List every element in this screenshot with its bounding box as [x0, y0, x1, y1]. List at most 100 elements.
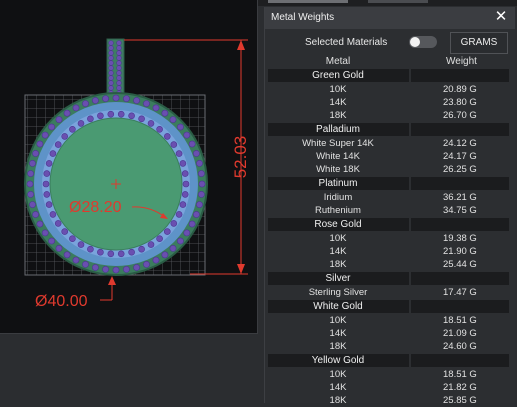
bail-gemstone	[108, 45, 114, 51]
gemstone	[192, 150, 200, 157]
gemstone	[27, 170, 34, 177]
table-row: 10K 18.51 G	[268, 314, 509, 327]
gemstone	[42, 180, 50, 188]
table-header: Metal Weight	[268, 54, 509, 68]
weight-cell: 21.90 G	[443, 246, 477, 257]
metal-cell: 10K	[329, 315, 347, 326]
table-row: 14K 21.90 G	[268, 245, 509, 258]
bail-gemstone	[116, 45, 122, 51]
column-header-metal: Metal	[325, 56, 351, 67]
gemstone	[179, 160, 187, 167]
table-row: 18K 24.60 G	[268, 340, 509, 353]
units-button[interactable]: GRAMS	[450, 32, 508, 54]
gemstone	[156, 126, 163, 133]
gemstone	[183, 229, 191, 237]
bail-gemstone	[108, 40, 114, 46]
table-row: Iridium 36.21 G	[268, 191, 509, 204]
gemstone	[198, 180, 206, 188]
gemstone	[147, 120, 155, 127]
gemstone	[69, 126, 76, 133]
weight-cell: 17.47 G	[443, 287, 477, 298]
close-icon[interactable]: ✕	[493, 9, 509, 25]
gemstone	[188, 220, 196, 228]
weight-cell: 34.75 G	[443, 205, 477, 216]
gemstone	[54, 220, 62, 227]
metal-cell: 14K	[329, 246, 347, 257]
group-divider	[409, 272, 411, 285]
table-row: White 14K 24.17 G	[268, 150, 509, 163]
gemstone	[32, 150, 39, 157]
gemstone	[82, 260, 89, 268]
weights-table: Metal Weight Green Gold 10K 20.89 G 14K 23.8…	[268, 54, 509, 407]
gemstone	[61, 228, 68, 235]
metal-cell: 10K	[329, 233, 347, 244]
table-row: 14K 23.80 G	[268, 96, 509, 109]
gemstone	[77, 241, 85, 248]
height-dimension-label: 52.03	[231, 136, 250, 179]
metal-cell: 18K	[329, 395, 347, 406]
table-row: 18K 25.85 G	[268, 394, 509, 407]
group-name: Green Gold	[312, 70, 364, 81]
gemstone	[117, 110, 125, 118]
bail-gemstone	[116, 60, 122, 66]
metal-cell: 14K	[329, 328, 347, 339]
gemstone	[117, 250, 125, 258]
metal-cell: White 14K	[316, 151, 360, 162]
gemstone	[188, 140, 196, 148]
gemstone	[169, 244, 177, 252]
gemstone	[138, 245, 145, 253]
panel-title: Metal Weights	[271, 12, 335, 23]
gemstone	[63, 251, 71, 259]
gemstone	[197, 190, 205, 198]
gemstone	[36, 220, 44, 228]
gemstone	[32, 211, 39, 218]
group-name: Yellow Gold	[311, 355, 365, 366]
group-header: Green Gold	[268, 69, 509, 82]
table-row: 14K 21.09 G	[268, 327, 509, 340]
3d-viewport[interactable]: 52.03 Ø28.20 Ø40.00	[0, 0, 258, 334]
gemstone	[156, 235, 163, 242]
table-row: Sterling Silver 17.47 G	[268, 286, 509, 299]
gemstone	[43, 170, 51, 177]
tab-indicator[interactable]	[268, 0, 348, 3]
gemstone	[45, 160, 53, 167]
group-header: Silver	[268, 272, 509, 285]
weight-cell: 25.85 G	[443, 395, 477, 406]
gemstone	[123, 95, 130, 102]
weight-cell: 21.82 G	[443, 382, 477, 393]
selected-materials-toggle[interactable]	[409, 36, 437, 48]
gemstone	[87, 245, 94, 253]
gemstone	[49, 211, 57, 218]
gemstone	[123, 265, 130, 273]
gemstone	[112, 94, 120, 102]
metal-cell: Ruthenium	[315, 205, 361, 216]
weight-cell: 26.25 G	[443, 164, 477, 175]
group-name: Silver	[325, 273, 351, 284]
metal-cell: 14K	[329, 97, 347, 108]
gemstone	[26, 180, 34, 188]
bail-gemstone	[116, 50, 122, 56]
group-header: White Gold	[268, 300, 509, 313]
weight-cell: 19.38 G	[443, 233, 477, 244]
group-divider	[409, 300, 411, 313]
table-row: 10K 19.38 G	[268, 232, 509, 245]
weight-cell: 24.60 G	[443, 341, 477, 352]
gemstone	[138, 115, 145, 123]
gemstone	[169, 116, 177, 123]
bail-gemstone	[108, 50, 114, 56]
weight-cell: 23.80 G	[443, 97, 477, 108]
gemstone	[175, 211, 183, 218]
table-row: 14K 21.82 G	[268, 381, 509, 394]
gemstone	[196, 159, 203, 167]
pendant-model-view[interactable]: 52.03 Ø28.20 Ø40.00	[0, 0, 257, 333]
table-row: White Super 14K 24.12 G	[268, 137, 509, 150]
top-tab-strip	[258, 0, 517, 6]
viewport-footer	[0, 334, 258, 403]
bail-gemstone	[108, 60, 114, 66]
gemstone	[161, 109, 169, 117]
gemstone	[164, 133, 171, 140]
tab-indicator-secondary[interactable]	[368, 0, 428, 3]
weight-cell: 25.44 G	[443, 259, 477, 270]
metal-cell: White 18K	[316, 164, 360, 175]
bail-gemstone	[108, 75, 114, 81]
